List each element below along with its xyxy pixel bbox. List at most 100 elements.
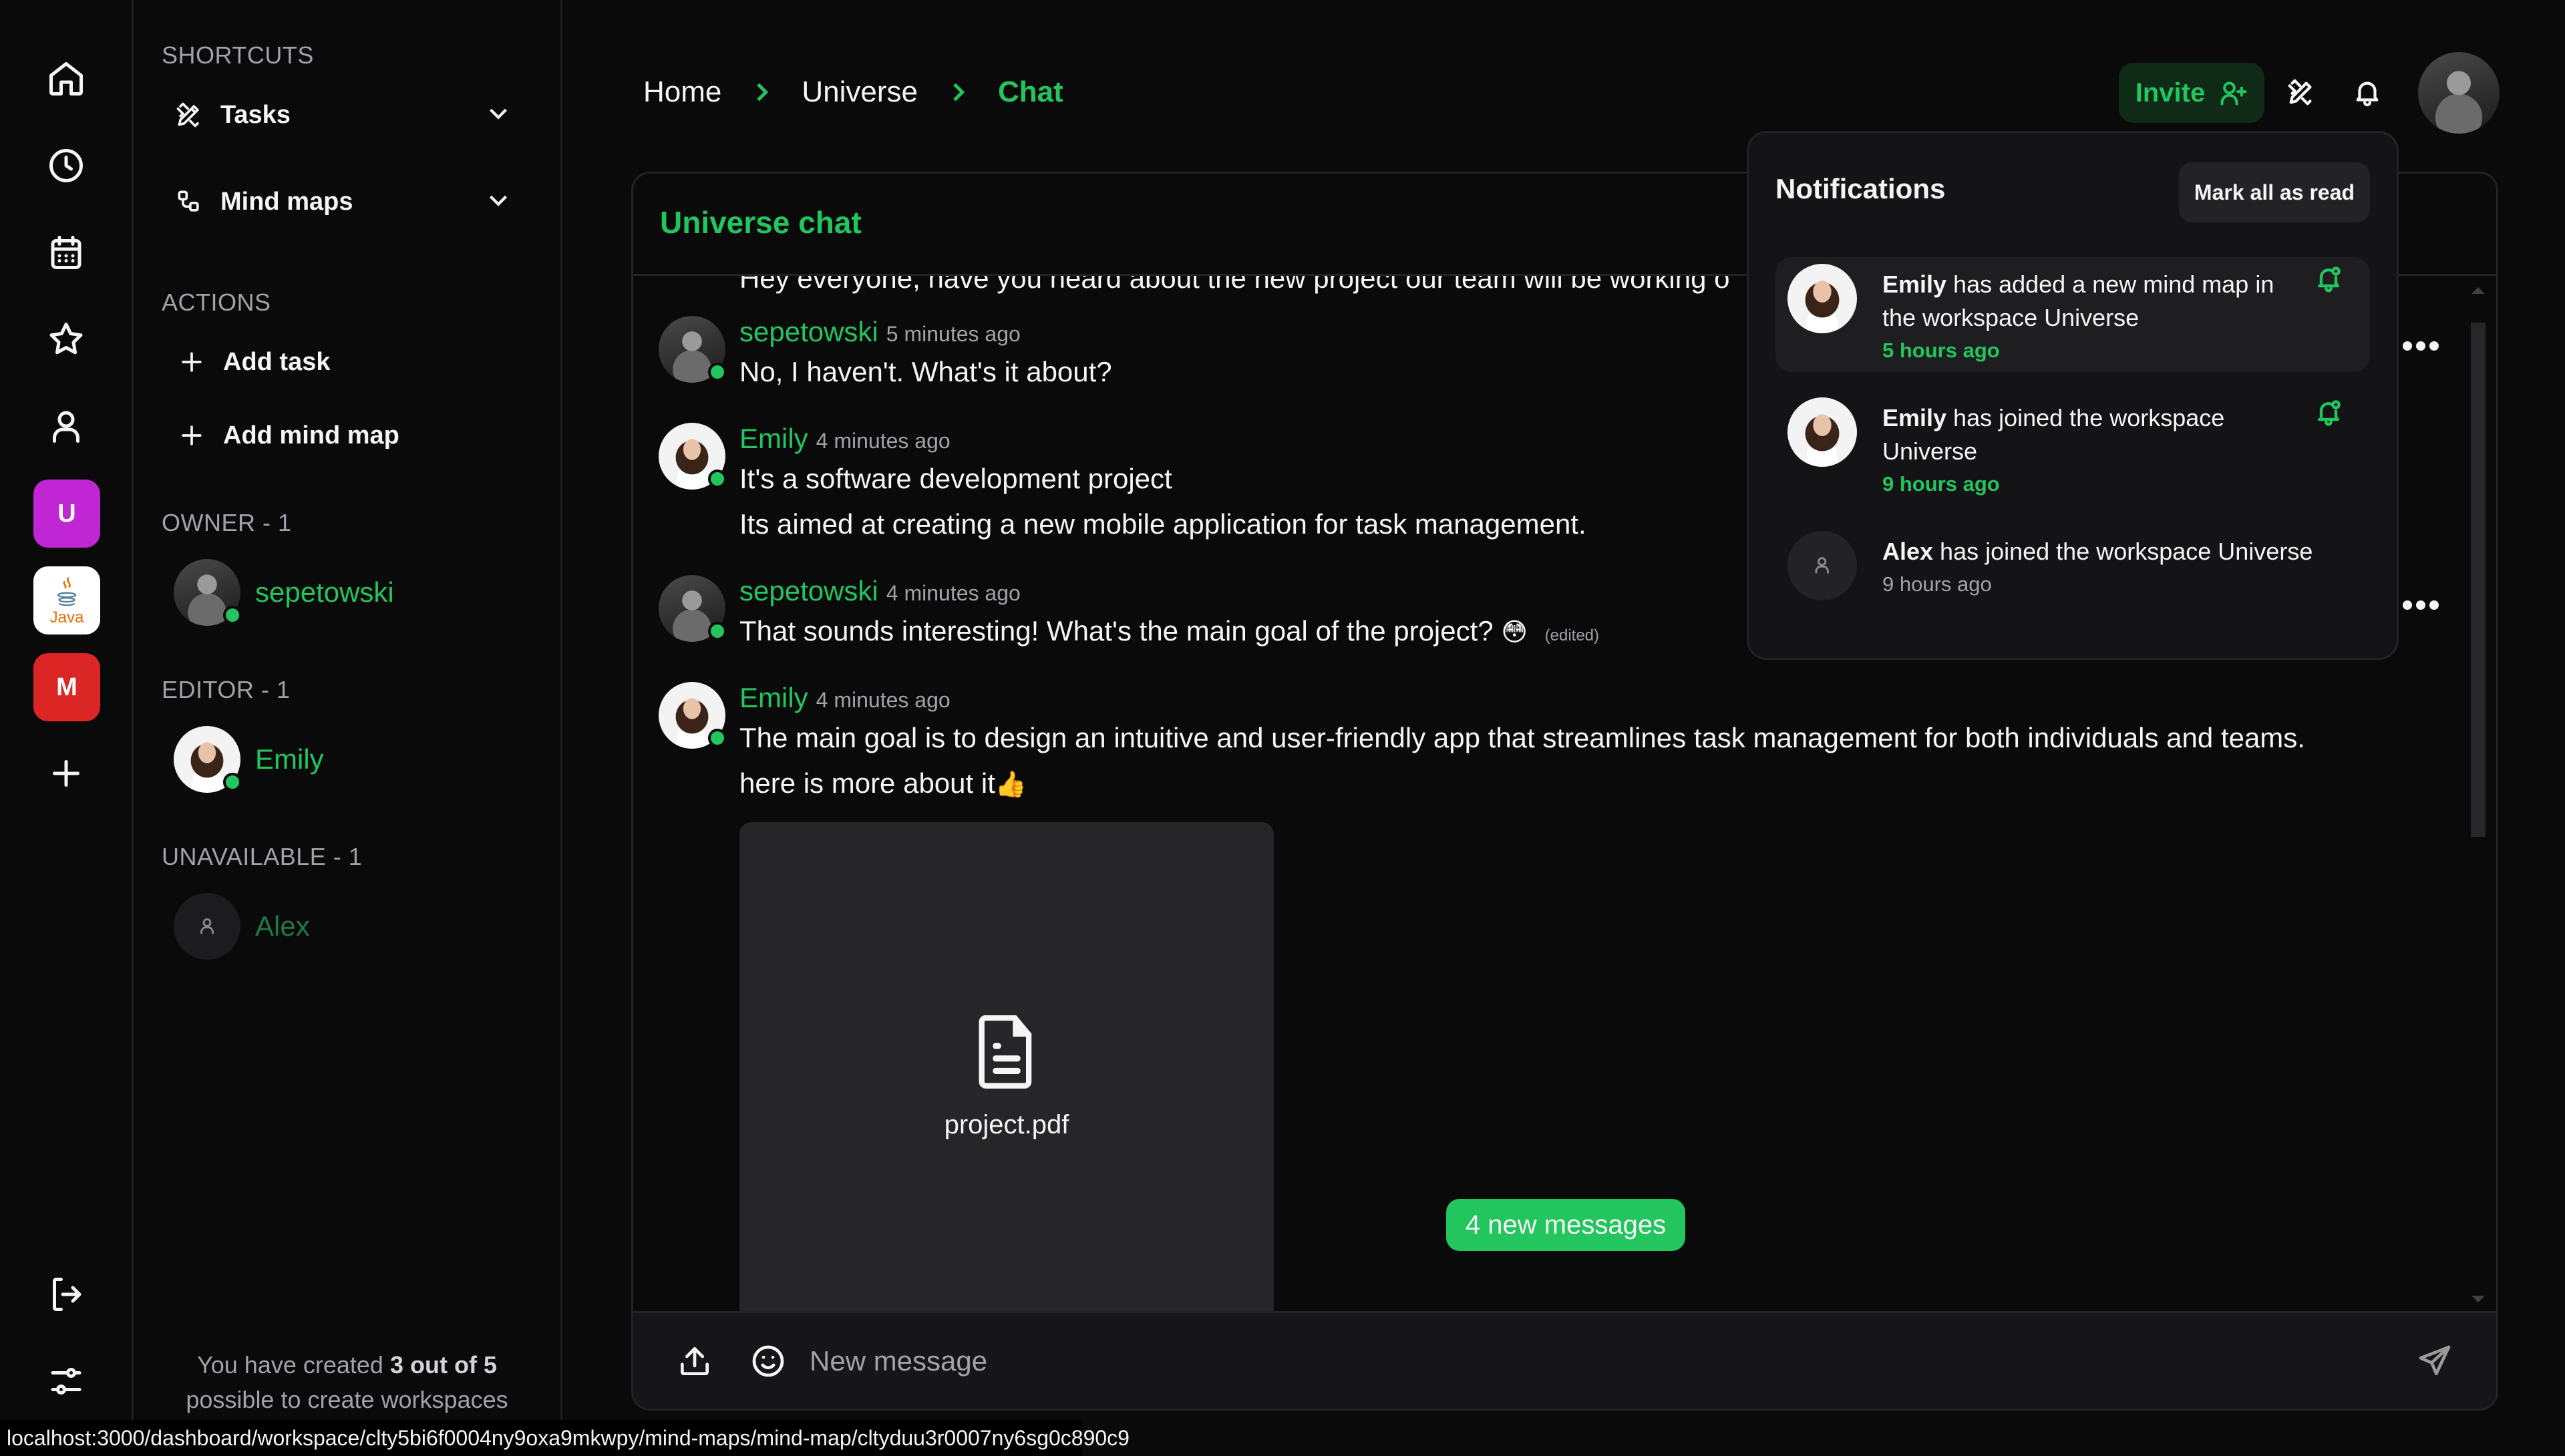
avatar[interactable] (659, 423, 727, 490)
message-author[interactable]: Emily (739, 682, 808, 714)
owner-heading: OWNER - 1 (162, 509, 292, 536)
file-attachment[interactable]: project.pdf (739, 822, 1274, 1311)
breadcrumb-universe[interactable]: Universe (802, 75, 918, 109)
upload-icon (681, 1346, 709, 1375)
breadcrumb-home[interactable]: Home (643, 75, 721, 109)
chevron-down-icon[interactable] (483, 185, 514, 219)
emoji-button[interactable] (747, 1340, 790, 1383)
notification-item[interactable]: Emily has joined the workspace Universe … (1775, 391, 2370, 506)
clock-icon[interactable] (45, 144, 88, 187)
message-text: here is more about it👍 (739, 767, 1027, 799)
message-author[interactable]: Emily (739, 423, 808, 455)
sidebar-item-tasks[interactable]: Tasks (174, 88, 514, 142)
settings-button[interactable] (45, 1360, 88, 1403)
avatar (174, 559, 242, 626)
plus-icon (176, 420, 207, 451)
user-placeholder-icon (200, 918, 214, 934)
avatar[interactable] (659, 682, 727, 749)
message-author[interactable]: sepetowski (739, 316, 878, 348)
online-status-dot (223, 773, 242, 791)
avatar[interactable] (659, 316, 727, 383)
mark-all-read-button[interactable]: Mark all as read (2179, 162, 2370, 222)
notification-time: 9 hours ago (1882, 572, 1992, 596)
plus-icon (52, 760, 79, 787)
notification-text: Emily has added a new mind map in the wo… (1882, 270, 2274, 331)
workflow-icon (174, 186, 204, 217)
unread-bell-icon[interactable] (2314, 397, 2343, 427)
notification-time: 5 hours ago (1882, 339, 2000, 362)
add-mind-map-button[interactable]: Add mind map (176, 409, 514, 462)
shortcuts-heading: SHORTCUTS (162, 41, 314, 69)
plus-icon (176, 347, 207, 377)
scrollbar-thumb[interactable] (2471, 323, 2486, 837)
upload-button[interactable] (673, 1340, 716, 1383)
message-options-button[interactable] (2403, 336, 2443, 356)
tasks-shortcut-button[interactable] (2281, 72, 2321, 112)
edited-label: (edited) (1544, 626, 1599, 645)
avatar (1787, 264, 1857, 333)
notification-text: Emily has joined the workspace Universe (1882, 404, 2225, 465)
home-icon[interactable] (45, 57, 88, 100)
notification-item[interactable]: Emily has added a new mind map in the wo… (1775, 257, 2370, 372)
pencil-ruler-icon (2288, 79, 2312, 106)
avatar (174, 893, 240, 960)
notifications-title: Notifications (1775, 173, 1946, 204)
online-status-dot (708, 729, 727, 747)
file-text-icon (979, 1015, 1032, 1089)
browser-status-url: localhost:3000/dashboard/workspace/clty5… (0, 1420, 1130, 1456)
message-time: 4 minutes ago (816, 688, 951, 712)
message-options-button[interactable] (2403, 595, 2443, 615)
bell-icon (2356, 81, 2379, 107)
avatar[interactable] (659, 575, 727, 642)
new-messages-button[interactable]: 4 new messages (1446, 1199, 1685, 1251)
message-time: 4 minutes ago (886, 581, 1021, 605)
member-alex[interactable]: Alex (174, 890, 310, 963)
message-time: 5 minutes ago (886, 322, 1021, 346)
add-task-button[interactable]: Add task (176, 335, 514, 389)
workspace-tile-java[interactable]: Java (33, 566, 100, 634)
invite-button[interactable]: Invite (2119, 63, 2264, 123)
message-text: No, I haven't. What's it about? (739, 356, 1112, 387)
member-sepetowski[interactable]: sepetowski (174, 556, 394, 629)
star-icon[interactable] (45, 318, 88, 361)
online-status-dot (708, 622, 727, 641)
breadcrumb: Home Universe Chat (643, 73, 1063, 111)
online-status-dot (708, 470, 727, 488)
notification-text: Alex has joined the workspace Universe (1882, 538, 2313, 565)
avatar (1787, 531, 1857, 600)
editor-heading: EDITOR - 1 (162, 676, 291, 703)
file-name: project.pdf (944, 1109, 1069, 1139)
user-plus-icon (2220, 81, 2247, 106)
user-avatar-menu[interactable] (2418, 52, 2500, 134)
scroll-up-arrow[interactable] (2471, 284, 2486, 297)
message-input[interactable] (810, 1344, 2413, 1377)
chevron-down-icon[interactable] (483, 98, 514, 132)
online-status-dot (708, 363, 727, 381)
user-icon[interactable] (45, 405, 88, 447)
member-emily[interactable]: Emily (174, 723, 324, 796)
unread-bell-icon[interactable] (2314, 264, 2343, 293)
scroll-down-arrow[interactable] (2471, 1292, 2486, 1306)
message-text: That sounds interesting! What's the main… (739, 615, 1599, 647)
settings-sliders-icon (51, 1368, 81, 1395)
notification-item[interactable]: Alex has joined the workspace Universe 9… (1775, 524, 2370, 639)
logout-icon (52, 1278, 81, 1311)
message-text: The main goal is to design an intuitive … (739, 722, 2305, 753)
sidebar-item-mind-maps[interactable]: Mind maps (174, 175, 514, 228)
send-button[interactable] (2413, 1340, 2456, 1383)
notifications-button[interactable] (2347, 72, 2387, 112)
unavailable-heading: UNAVAILABLE - 1 (162, 843, 363, 870)
icon-rail: U Java M (0, 0, 134, 1456)
workspace-tile-u[interactable]: U (33, 480, 100, 548)
logout-button[interactable] (45, 1273, 88, 1316)
chat-title: Universe chat (660, 205, 862, 240)
add-workspace-button[interactable] (45, 752, 88, 795)
message-author[interactable]: sepetowski (739, 575, 878, 607)
calendar-icon[interactable] (45, 231, 88, 274)
flushed-emoji: 😳 (1501, 617, 1528, 647)
message-text: Its aimed at creating a new mobile appli… (739, 508, 1586, 540)
actions-heading: ACTIONS (162, 289, 271, 316)
workspace-tile-m[interactable]: M (33, 653, 100, 721)
send-icon (2419, 1345, 2451, 1375)
avatar (1787, 397, 1857, 467)
